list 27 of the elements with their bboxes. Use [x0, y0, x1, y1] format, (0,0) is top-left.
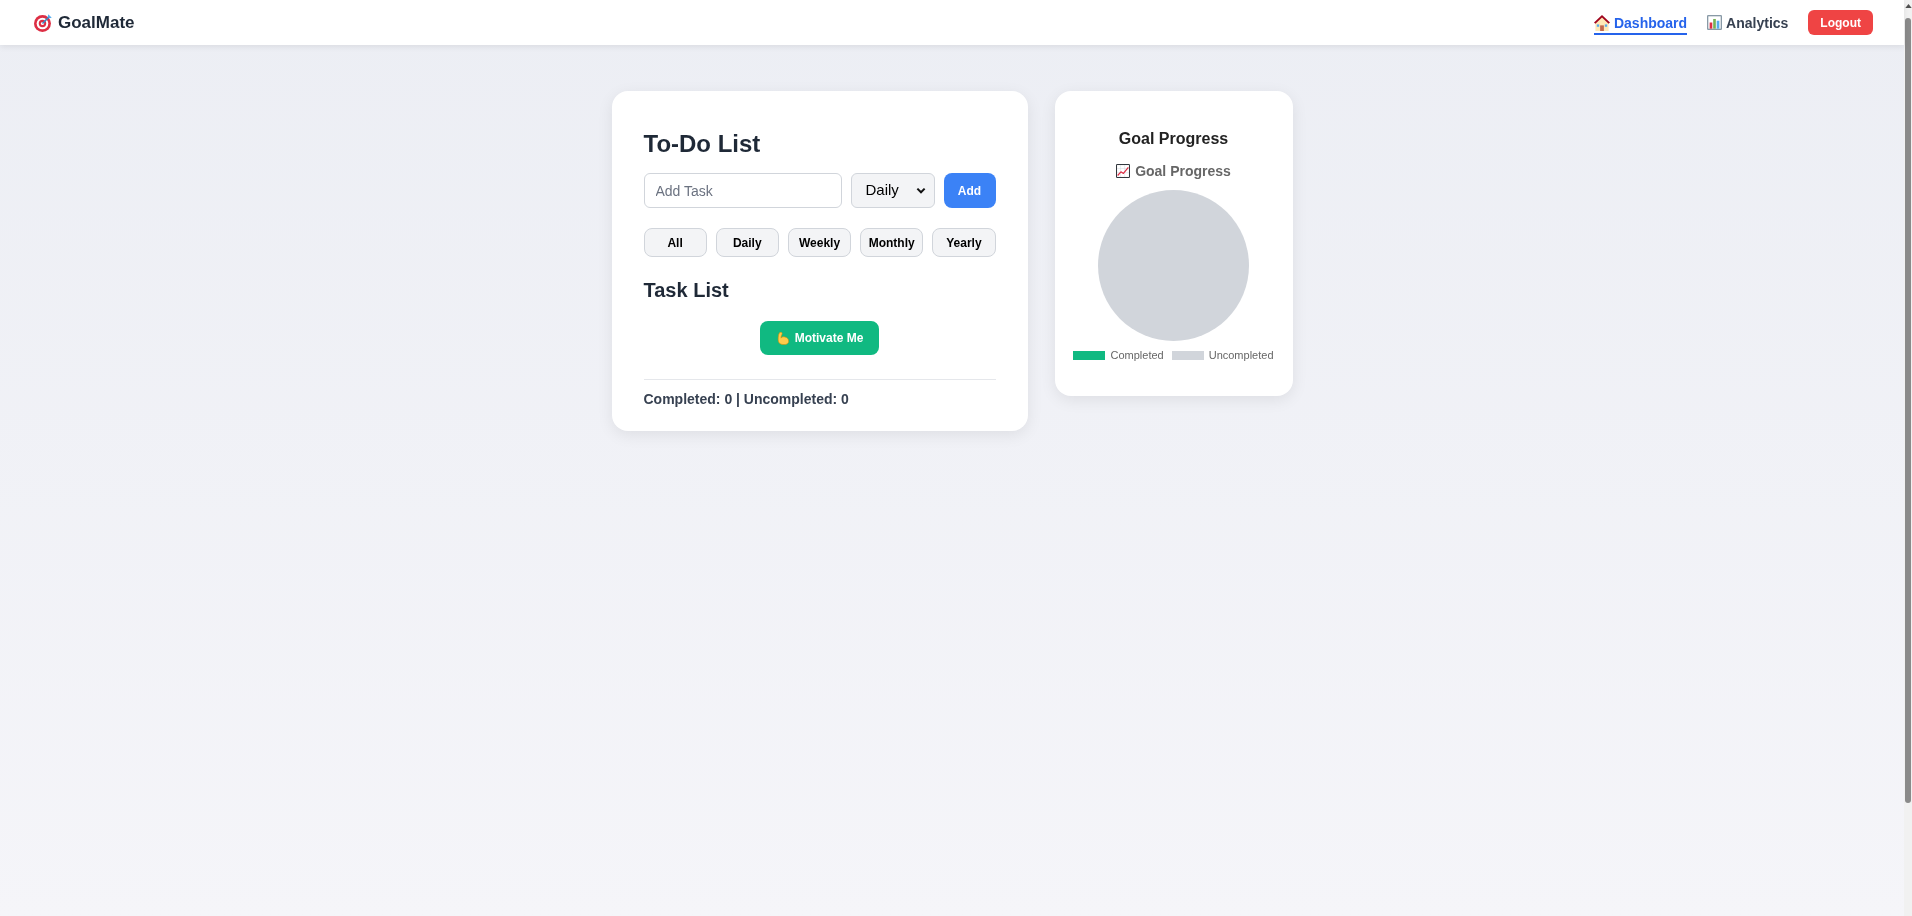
legend-label: Uncompleted	[1208, 349, 1274, 362]
card-title: To-Do List	[643, 129, 762, 159]
scroll-up-arrow-icon[interactable]	[1904, 4, 1912, 8]
filter-button[interactable]: All	[643, 228, 707, 257]
scrollbar-thumb[interactable]	[1905, 18, 1911, 803]
line-chart-icon	[1116, 164, 1131, 178]
nav-link[interactable]: Dashboard	[1593, 13, 1688, 35]
flexed-arm-icon	[776, 331, 790, 345]
card-title: Goal Progress	[1118, 129, 1229, 149]
task-input[interactable]: Add Task	[643, 173, 842, 208]
filter-button[interactable]: Yearly	[932, 228, 996, 257]
legend-label: Completed	[1110, 349, 1164, 362]
app-name: GoalMate	[58, 11, 135, 34]
filter-button[interactable]: Weekly	[787, 228, 852, 257]
chart-title: Goal Progress	[1135, 162, 1231, 181]
frequency-dropdown[interactable]: Daily	[850, 173, 935, 208]
house-icon	[1593, 14, 1610, 31]
chevron-down-icon	[915, 187, 926, 194]
filter-button[interactable]: Monthly	[860, 228, 924, 257]
target-icon	[34, 13, 52, 32]
section-title: Task List	[643, 278, 730, 303]
nav-link[interactable]: Analytics	[1707, 13, 1789, 35]
bar-chart-icon	[1707, 15, 1723, 30]
add-button[interactable]: Add	[943, 173, 996, 208]
filter-button[interactable]: Daily	[715, 228, 779, 257]
task-summary: Completed: 0 | Uncompleted: 0	[643, 390, 850, 409]
logout-button[interactable]: Logout	[1808, 10, 1873, 35]
